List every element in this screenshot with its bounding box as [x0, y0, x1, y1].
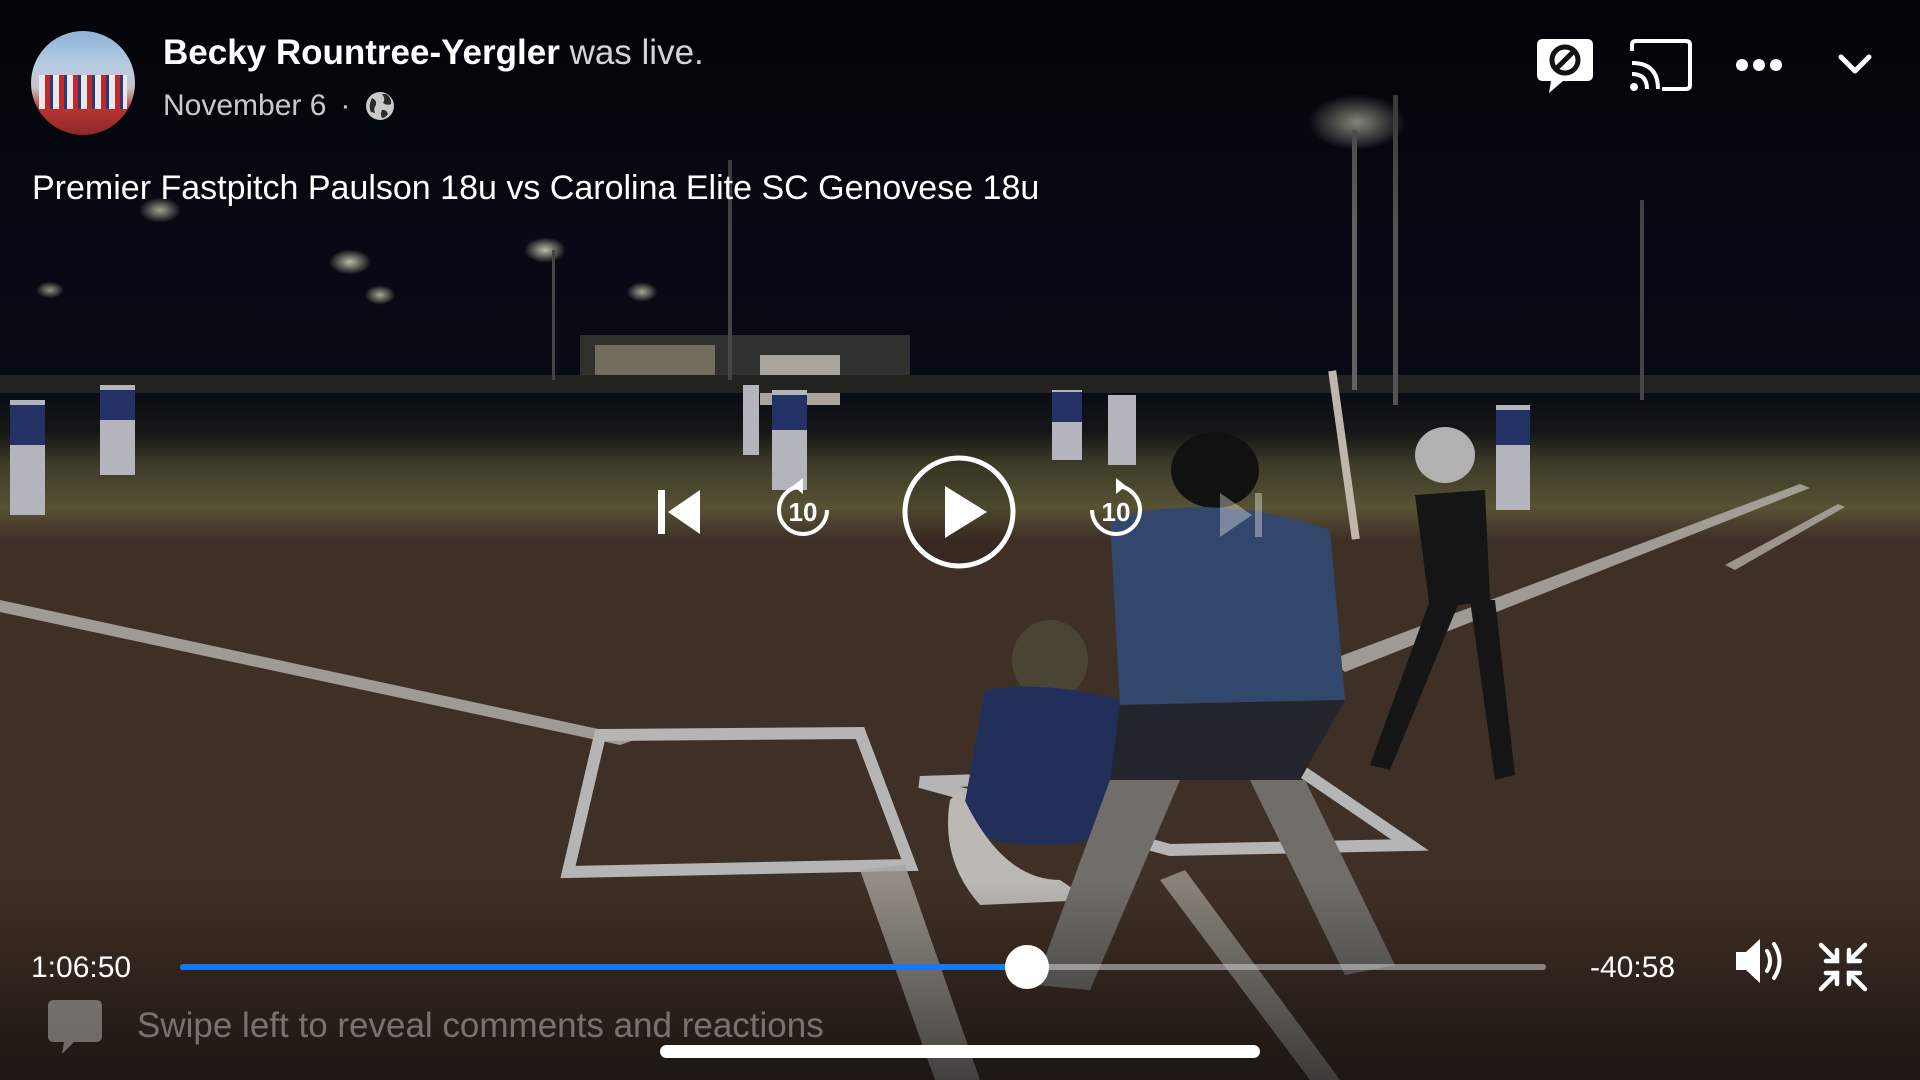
author-name[interactable]: Becky Rountree-Yergler	[163, 33, 560, 72]
comments-hint: Swipe left to reveal comments and reacti…	[137, 1006, 824, 1045]
progress-bar[interactable]	[180, 945, 1546, 989]
forward-seconds-label: 10	[1102, 497, 1131, 527]
progress-thumb[interactable]	[1004, 945, 1049, 989]
globe-icon	[366, 92, 395, 120]
progress-fill	[180, 964, 1027, 970]
home-indicator[interactable]	[660, 1045, 1260, 1058]
chevron-down-icon[interactable]	[1837, 52, 1873, 78]
post-meta: November 6 ·	[163, 88, 396, 124]
remaining-time: -40:58	[1590, 951, 1676, 984]
cast-icon[interactable]	[1628, 37, 1694, 93]
post-header: Becky Rountree-Yergler was live.	[163, 33, 704, 73]
more-options-icon[interactable]	[1735, 55, 1783, 75]
author-avatar[interactable]	[31, 31, 135, 135]
skip-previous-icon[interactable]	[656, 486, 704, 538]
video-title: Premier Fastpitch Paulson 18u vs Carolin…	[32, 169, 1040, 207]
skip-next-icon	[1220, 493, 1262, 537]
video-player[interactable]: Becky Rountree-Yergler was live. Novembe…	[0, 0, 1920, 1080]
play-icon[interactable]	[901, 454, 1017, 570]
elapsed-time: 1:06:50	[31, 951, 132, 984]
live-status: was live.	[569, 33, 704, 72]
post-date[interactable]: November 6	[163, 88, 326, 124]
forward-10-icon[interactable]: 10	[1086, 476, 1146, 542]
chat-bubble-icon	[48, 1000, 102, 1054]
rewind-seconds-label: 10	[789, 497, 818, 527]
comments-off-icon[interactable]	[1535, 35, 1595, 97]
exit-fullscreen-icon[interactable]	[1818, 942, 1868, 992]
volume-icon[interactable]	[1732, 935, 1788, 987]
meta-separator: ·	[340, 89, 351, 122]
rewind-10-icon[interactable]: 10	[773, 476, 833, 542]
